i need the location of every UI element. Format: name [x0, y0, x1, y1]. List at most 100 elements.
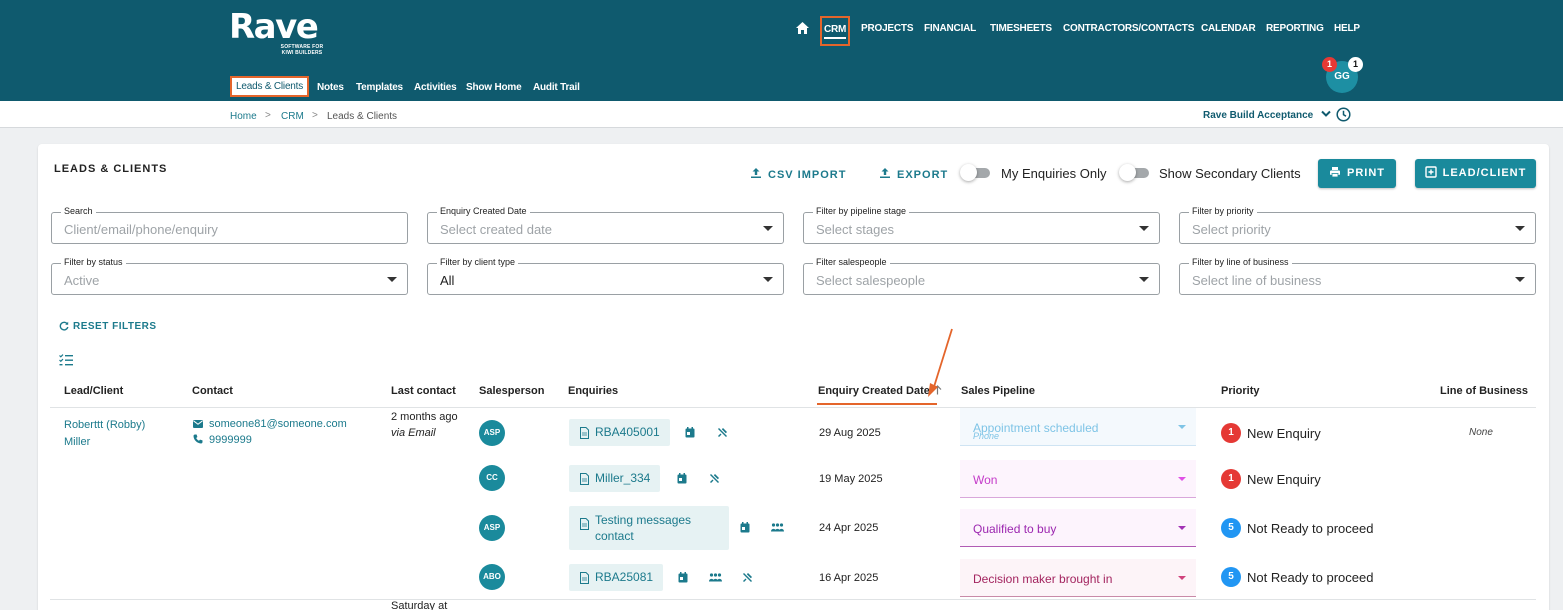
- group-icon[interactable]: [709, 573, 722, 582]
- add-lead-client-button[interactable]: LEAD/CLIENT: [1415, 159, 1536, 188]
- tools-icon[interactable]: [717, 427, 728, 438]
- column-enquiries[interactable]: Enquiries: [568, 385, 618, 397]
- subnav-audit-trail[interactable]: Audit Trail: [533, 82, 580, 93]
- lead-client-link[interactable]: Roberttt (Robby) Miller: [64, 417, 164, 451]
- nav-contractors-contacts[interactable]: CONTRACTORS/CONTACTS: [1063, 23, 1194, 34]
- priority-select[interactable]: Filter by priority Select priority: [1179, 206, 1536, 244]
- dropdown-caret-icon: [1515, 277, 1525, 282]
- header-divider: [50, 407, 1536, 408]
- last-contact: Saturday at: [391, 600, 448, 610]
- email-icon: [193, 420, 203, 428]
- logo-tagline: SOFTWARE FOR KIWI BUILDERS: [280, 44, 324, 56]
- enquiry-date: 16 Apr 2025: [819, 572, 879, 584]
- annotation-arrow-icon: [928, 328, 953, 397]
- history-clock-icon[interactable]: [1336, 107, 1351, 127]
- dropdown-caret-icon: [1515, 226, 1525, 231]
- pipeline-stage-select[interactable]: Appointment scheduled Phone: [960, 408, 1196, 446]
- nav-reporting[interactable]: REPORTING: [1266, 23, 1324, 34]
- calendar-icon[interactable]: [677, 473, 687, 484]
- priority-label: New Enquiry: [1247, 472, 1321, 487]
- breadcrumb-home[interactable]: Home: [230, 111, 257, 122]
- dropdown-caret-icon: [1139, 226, 1149, 231]
- salesperson-avatar[interactable]: ASP: [479, 420, 505, 446]
- dropdown-caret-icon: [763, 277, 773, 282]
- secondary-clients-toggle[interactable]: [1119, 164, 1149, 181]
- salesperson-avatar[interactable]: CC: [479, 465, 505, 491]
- column-sales-pipeline[interactable]: Sales Pipeline: [961, 385, 1035, 397]
- home-icon[interactable]: [796, 22, 809, 37]
- enquiry-chip[interactable]: RBA25081: [569, 564, 664, 591]
- enquiry-date: 19 May 2025: [819, 473, 883, 485]
- column-checklist-icon[interactable]: [59, 353, 73, 371]
- enquiry-date: 24 Apr 2025: [819, 522, 879, 534]
- column-priority[interactable]: Priority: [1221, 385, 1260, 397]
- pipeline-stage-select[interactable]: Filter by pipeline stage Select stages: [803, 206, 1160, 244]
- dropdown-caret-icon: [1178, 526, 1186, 530]
- contact-email[interactable]: someone81@someone.com: [193, 418, 347, 430]
- nav-help[interactable]: HELP: [1334, 23, 1360, 34]
- search-input[interactable]: Search Client/email/phone/enquiry: [51, 206, 408, 244]
- breadcrumb-separator: >: [265, 110, 271, 121]
- column-lead-client[interactable]: Lead/Client: [64, 385, 123, 397]
- pipeline-stage-select[interactable]: Won: [960, 460, 1196, 498]
- tools-icon[interactable]: [742, 572, 753, 583]
- salesperson-avatar[interactable]: ABO: [479, 564, 505, 590]
- calendar-icon[interactable]: [740, 522, 750, 533]
- export-button[interactable]: EXPORT: [879, 167, 948, 181]
- breadcrumb-separator: >: [312, 110, 318, 121]
- enquiry-chip[interactable]: Testing messages contact: [569, 506, 729, 550]
- breadcrumb-current: Leads & Clients: [327, 111, 398, 122]
- upload-icon: [751, 168, 761, 178]
- salesperson-avatar[interactable]: ASP: [479, 515, 505, 541]
- rave-logo[interactable]: Rave SOFTWARE FOR KIWI BUILDERS: [229, 7, 323, 56]
- account-name: Rave Build Acceptance: [1203, 110, 1314, 121]
- salespeople-select[interactable]: Filter salespeople Select salespeople: [803, 257, 1160, 295]
- dropdown-caret-icon: [1139, 277, 1149, 282]
- enquiry-created-date-select[interactable]: Enquiry Created Date Select created date: [427, 206, 784, 244]
- subnav-leads-clients[interactable]: Leads & Clients: [230, 76, 310, 97]
- document-icon: [580, 426, 589, 439]
- subnav-show-home[interactable]: Show Home: [466, 82, 522, 93]
- notification-badge[interactable]: 1: [1322, 57, 1337, 72]
- column-salesperson[interactable]: Salesperson: [479, 385, 544, 397]
- client-type-select[interactable]: Filter by client type All: [427, 257, 784, 295]
- line-of-business-select[interactable]: Filter by line of business Select line o…: [1179, 257, 1536, 295]
- column-line-of-business[interactable]: Line of Business: [1440, 385, 1528, 397]
- card-title: LEADS & CLIENTS: [54, 163, 168, 175]
- nav-financial[interactable]: FINANCIAL: [924, 23, 976, 34]
- status-select[interactable]: Filter by status Active: [51, 257, 408, 295]
- calendar-icon[interactable]: [685, 427, 695, 438]
- group-icon[interactable]: [771, 523, 784, 532]
- chevron-down-icon: [1321, 110, 1331, 117]
- subnav-notes[interactable]: Notes: [317, 82, 344, 93]
- enquiry-chip[interactable]: RBA405001: [569, 419, 670, 446]
- tools-icon[interactable]: [709, 473, 720, 484]
- column-last-contact[interactable]: Last contact: [391, 385, 456, 397]
- enquiry-chip[interactable]: Miller_334: [569, 465, 661, 492]
- priority-badge: 1: [1221, 469, 1241, 489]
- enquiry-date: 29 Aug 2025: [819, 427, 881, 439]
- message-badge[interactable]: 1: [1348, 57, 1363, 72]
- subnav-activities[interactable]: Activities: [414, 82, 457, 93]
- my-enquiries-toggle[interactable]: [960, 164, 990, 181]
- document-icon: [580, 518, 589, 530]
- subnav-templates[interactable]: Templates: [356, 82, 403, 93]
- calendar-icon[interactable]: [678, 572, 688, 583]
- nav-timesheets[interactable]: TIMESHEETS: [990, 23, 1052, 34]
- breadcrumb-crm[interactable]: CRM: [281, 111, 304, 122]
- contact-phone[interactable]: 9999999: [193, 434, 252, 446]
- nav-projects[interactable]: PROJECTS: [861, 23, 914, 34]
- csv-import-button[interactable]: CSV IMPORT: [750, 167, 846, 181]
- account-selector[interactable]: Rave Build Acceptance: [1203, 110, 1331, 121]
- column-contact[interactable]: Contact: [192, 385, 233, 397]
- nav-calendar[interactable]: CALENDAR: [1201, 23, 1256, 34]
- pipeline-stage-select[interactable]: Decision maker brought in: [960, 559, 1196, 597]
- print-button[interactable]: PRINT: [1318, 159, 1396, 188]
- reset-filters-button[interactable]: RESET FILTERS: [59, 321, 157, 332]
- priority-badge: 5: [1221, 567, 1241, 587]
- nav-crm[interactable]: CRM: [820, 16, 851, 46]
- pipeline-stage-select[interactable]: Qualified to buy: [960, 509, 1196, 547]
- add-box-icon: [1424, 166, 1437, 178]
- dropdown-caret-icon: [1178, 576, 1186, 580]
- logo-text: Rave: [229, 7, 319, 47]
